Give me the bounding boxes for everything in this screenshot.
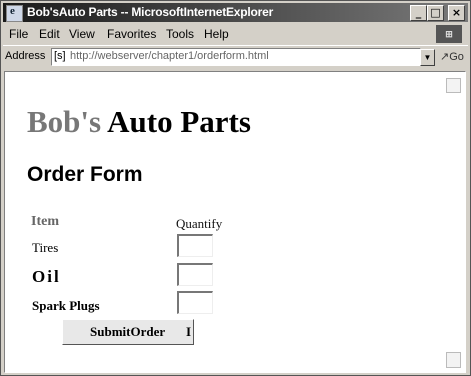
- address-url[interactable]: http://webserver/chapter1/orderform.html: [70, 50, 269, 62]
- scroll-down-button[interactable]: [446, 352, 461, 368]
- order-form-heading: Order Form: [27, 163, 143, 186]
- item-label-tires: Tires: [32, 240, 59, 255]
- spark-plugs-quantity-input[interactable]: [177, 291, 213, 314]
- address-input[interactable]: [s] http://webserver/chapter1/orderform.…: [51, 48, 421, 66]
- menu-edit[interactable]: Edit: [39, 27, 60, 41]
- submit-order-button[interactable]: SubmitOrder I: [62, 319, 194, 345]
- submit-order-label: SubmitOrder: [90, 324, 166, 339]
- page-content: Bob's Auto Parts Order Form Item Quantif…: [4, 71, 466, 373]
- page-title-part1: Bob's: [27, 104, 102, 139]
- menu-view[interactable]: View: [69, 27, 95, 41]
- title-bar: e Bob'sAuto Parts -- MicrosoftInternetEx…: [3, 3, 468, 22]
- internet-explorer-icon: e: [6, 5, 23, 22]
- menu-favorites[interactable]: Favorites: [107, 27, 156, 41]
- browser-window: e Bob'sAuto Parts -- MicrosoftInternetEx…: [0, 0, 471, 376]
- window-title: Bob'sAuto Parts -- MicrosoftInternetExpl…: [27, 5, 274, 19]
- address-label: Address: [5, 50, 46, 62]
- menu-bar: File Edit View Favorites Tools Help ⊞: [3, 24, 468, 44]
- page-title: Bob's Auto Parts: [27, 104, 251, 140]
- menu-tools[interactable]: Tools: [166, 27, 194, 41]
- scroll-up-button[interactable]: [446, 78, 461, 93]
- page-favicon-icon: [s]: [54, 50, 66, 62]
- address-bar: Address [s] http://webserver/chapter1/or…: [3, 45, 468, 68]
- menu-file[interactable]: File: [9, 27, 28, 41]
- minimize-button[interactable]: _: [410, 5, 427, 21]
- address-dropdown-button[interactable]: ▼: [420, 49, 435, 66]
- go-arrow-icon: ↗: [440, 51, 450, 63]
- oil-quantity-input[interactable]: [177, 263, 213, 286]
- windows-logo-icon: ⊞: [436, 25, 462, 43]
- column-header-quantity: Quantify: [176, 216, 223, 231]
- maximize-button[interactable]: □: [427, 5, 444, 21]
- item-label-spark-plugs: Spark Plugs: [32, 298, 100, 313]
- tires-quantity-input[interactable]: [177, 234, 213, 257]
- item-label-oil: Oil: [32, 267, 61, 286]
- go-button[interactable]: ↗Go: [440, 50, 464, 63]
- go-label: Go: [449, 51, 464, 63]
- page-title-part2: Auto Parts: [107, 104, 251, 139]
- menu-help[interactable]: Help: [204, 27, 229, 41]
- column-header-item: Item: [31, 214, 59, 229]
- submit-trailing-text: I: [186, 324, 192, 339]
- close-button[interactable]: ×: [448, 5, 465, 21]
